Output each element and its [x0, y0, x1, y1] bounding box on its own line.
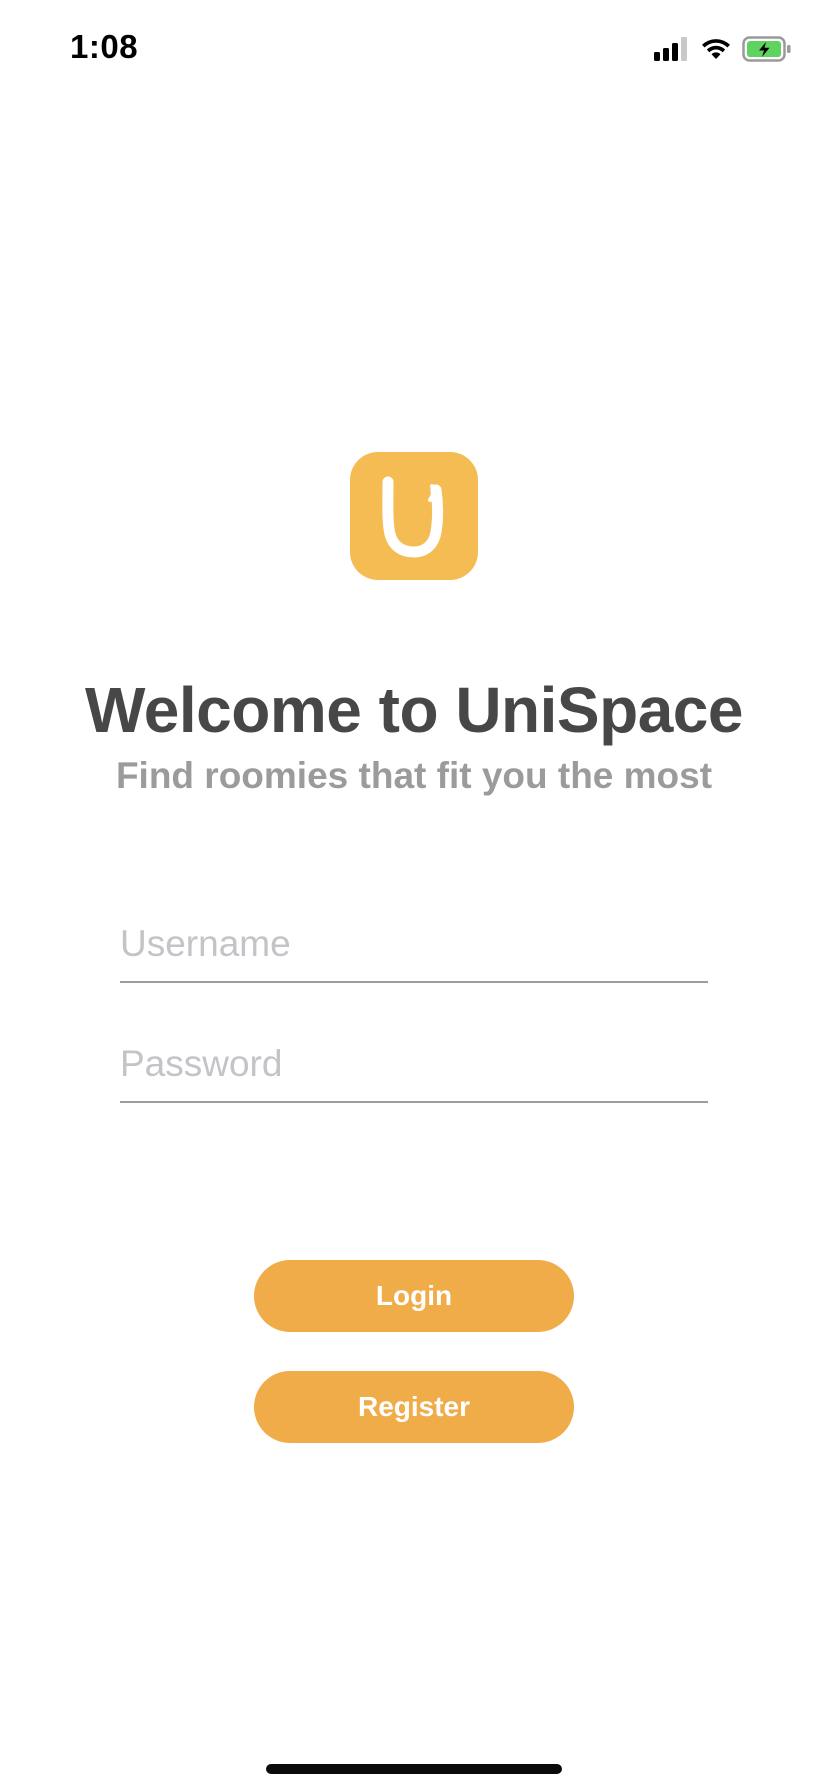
password-input[interactable]: [120, 1039, 708, 1089]
register-button[interactable]: Register: [254, 1371, 574, 1443]
battery-charging-icon: [742, 36, 791, 62]
welcome-title: Welcome to UniSpace: [85, 674, 743, 746]
status-time: 1:08: [70, 28, 139, 65]
password-field[interactable]: [120, 1015, 708, 1103]
status-icons: [654, 34, 792, 64]
home-indicator[interactable]: [266, 1764, 562, 1774]
unispace-u-logo-icon: [382, 476, 443, 558]
app-logo: [350, 452, 478, 580]
username-field[interactable]: [120, 895, 708, 983]
cellular-signal-icon: [654, 37, 687, 61]
wifi-icon: [702, 39, 730, 59]
username-input[interactable]: [120, 919, 708, 969]
login-button[interactable]: Login: [254, 1260, 574, 1332]
welcome-subtitle: Find roomies that fit you the most: [115, 755, 713, 796]
status-bar: 1:08: [0, 0, 828, 100]
